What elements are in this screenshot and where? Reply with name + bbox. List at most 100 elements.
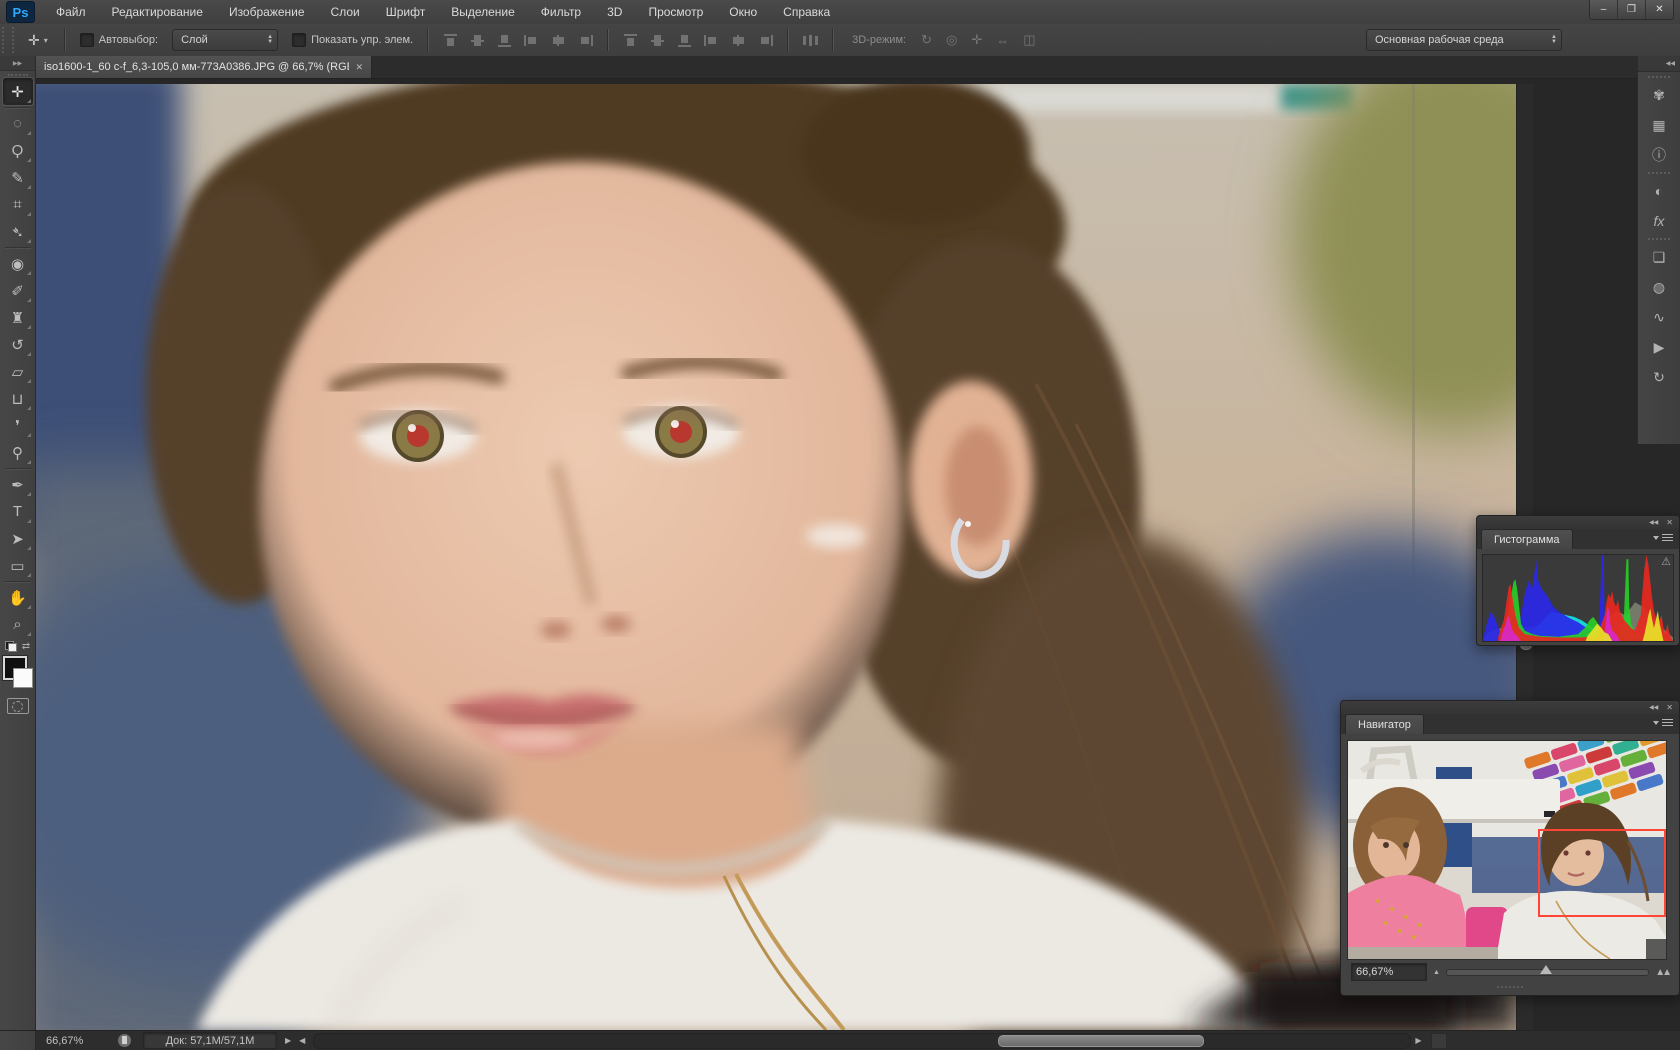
distribute-spacing-icon[interactable]	[803, 34, 818, 47]
paint-bucket-tool[interactable]: ⊔	[3, 385, 33, 412]
close-panel-icon[interactable]: ✕	[1666, 703, 1673, 712]
clone-stamp-tool[interactable]: ♜	[3, 304, 33, 331]
hand-tool[interactable]: ✋	[3, 584, 33, 611]
distribute-bottom-edges-icon[interactable]	[677, 34, 692, 47]
menu-item[interactable]: Изображение	[216, 0, 318, 24]
align-top-edges-icon[interactable]	[443, 34, 458, 47]
3d-orbit-icon[interactable]: ↻	[921, 32, 932, 48]
tab-close-icon[interactable]: ✕	[355, 62, 363, 73]
history-brush-tool[interactable]: ↺	[3, 331, 33, 358]
restore-button[interactable]: ❐	[1617, 0, 1645, 19]
menu-item[interactable]: 3D	[594, 0, 635, 24]
background-color-swatch[interactable]	[13, 668, 33, 688]
autoselect-checkbox[interactable]	[80, 33, 94, 47]
align-right-edges-icon[interactable]	[578, 34, 593, 47]
zoom-in-icon[interactable]: ▲▲	[1655, 967, 1669, 978]
3d-slide-icon[interactable]: ⇔	[996, 33, 1009, 48]
workspace-dropdown[interactable]: Основная рабочая среда ▲▼	[1366, 29, 1562, 51]
lasso-tool[interactable]: Ϙ	[3, 137, 33, 164]
3d-roll-icon[interactable]: ◎	[946, 32, 957, 48]
actions-panel-icon[interactable]: ▶	[1646, 334, 1672, 360]
navigator-view-box[interactable]	[1538, 829, 1666, 917]
eraser-tool[interactable]: ▱	[3, 358, 33, 385]
3d-camera-icon[interactable]: ◫	[1023, 32, 1035, 48]
blur-tool[interactable]: ❜	[3, 412, 33, 439]
menu-item[interactable]: Справка	[770, 0, 843, 24]
tool-preset-picker[interactable]: ✛ ▾	[20, 32, 56, 49]
navigator-thumbnail[interactable]	[1347, 740, 1667, 960]
align-horizontal-centers-icon[interactable]	[551, 34, 566, 47]
show-controls-checkbox[interactable]	[292, 33, 306, 47]
path-selection-tool[interactable]: ➤	[3, 525, 33, 552]
document-tab[interactable]: iso1600-1_60 c-f_6,3-105,0 мм-773A0386.J…	[36, 56, 372, 78]
zoom-tool[interactable]: ⌕	[3, 611, 33, 638]
horizontal-scrollbar-thumb[interactable]	[998, 1035, 1204, 1047]
default-colors-icon[interactable]	[5, 641, 17, 652]
menu-item[interactable]: Фильтр	[528, 0, 594, 24]
menu-item[interactable]: Слои	[318, 0, 373, 24]
rectangle-tool[interactable]: ▭	[3, 552, 33, 579]
zoom-out-icon[interactable]: ▲	[1433, 969, 1440, 976]
swatches-panel-icon[interactable]: ▦	[1646, 112, 1672, 138]
color-panel-icon[interactable]: ✾	[1646, 82, 1672, 108]
quick-mask-button[interactable]	[7, 698, 29, 714]
adjustments-panel-icon[interactable]: ◐	[1646, 178, 1672, 204]
menu-item[interactable]: Окно	[716, 0, 770, 24]
elliptical-marquee-tool[interactable]: ◌	[3, 110, 33, 137]
autoselect-target-dropdown[interactable]: Слой ▲▼	[172, 29, 278, 51]
distribute-top-edges-icon[interactable]	[623, 34, 638, 47]
eyedropper-tool[interactable]: ➴	[3, 218, 33, 245]
tools-collapse-button[interactable]: ▶▶	[0, 56, 35, 71]
paths-panel-icon[interactable]: ∿	[1646, 304, 1672, 330]
info-panel-icon[interactable]: ⓘ	[1646, 142, 1672, 168]
swap-colors-icon[interactable]: ⇄	[22, 641, 30, 652]
history-panel-icon[interactable]: ↻	[1646, 364, 1672, 390]
brush-tool[interactable]: ✐	[3, 277, 33, 304]
scroll-right-icon[interactable]: ▶	[1415, 1036, 1421, 1045]
distribute-right-edges-icon[interactable]	[758, 34, 773, 47]
options-bar-grip[interactable]	[2, 27, 14, 53]
distribute-left-edges-icon[interactable]	[704, 34, 719, 47]
panel-resize-grip[interactable]	[1497, 986, 1523, 988]
distribute-horizontal-centers-icon[interactable]	[731, 34, 746, 47]
channels-panel-icon[interactable]: ◍	[1646, 274, 1672, 300]
align-bottom-edges-icon[interactable]	[497, 34, 512, 47]
close-button[interactable]: ✕	[1645, 0, 1673, 19]
navigator-zoom-slider[interactable]	[1446, 969, 1649, 976]
pen-tool[interactable]: ✒	[3, 471, 33, 498]
menu-item[interactable]: Файл	[43, 0, 99, 24]
distribute-vertical-centers-icon[interactable]	[650, 34, 665, 47]
document-canvas[interactable]	[36, 84, 1516, 1030]
horizontal-scrollbar[interactable]	[313, 1033, 1411, 1049]
scroll-left-icon[interactable]: ◀	[299, 1036, 305, 1045]
dock-collapse-button[interactable]: ◀◀	[1638, 56, 1680, 72]
close-panel-icon[interactable]: ✕	[1666, 518, 1673, 527]
navigator-zoom-input[interactable]: 66,67%	[1351, 963, 1427, 981]
zoom-slider-thumb[interactable]	[1540, 965, 1552, 974]
panel-menu-icon[interactable]	[1653, 719, 1673, 727]
crop-tool[interactable]: ⌗	[3, 191, 33, 218]
status-flyout-icon[interactable]: ▶	[285, 1036, 291, 1045]
red-eye-tool[interactable]: ◉	[3, 250, 33, 277]
menu-item[interactable]: Просмотр	[635, 0, 716, 24]
collapse-panel-icon[interactable]: ◀◀	[1649, 519, 1658, 526]
tab-histogram[interactable]: Гистограмма	[1481, 529, 1573, 549]
menu-item[interactable]: Выделение	[438, 0, 528, 24]
status-zoom-input[interactable]: 66,67%	[46, 1035, 102, 1047]
type-tool[interactable]: T	[3, 498, 33, 525]
panel-menu-icon[interactable]	[1653, 534, 1673, 542]
align-left-edges-icon[interactable]	[524, 34, 539, 47]
menu-item[interactable]: Шрифт	[373, 0, 438, 24]
move-tool[interactable]: ✛	[3, 78, 33, 105]
tools-grip[interactable]	[8, 74, 28, 76]
align-vertical-centers-icon[interactable]	[470, 34, 485, 47]
layers-panel-icon[interactable]: ❏	[1646, 244, 1672, 270]
cached-data-warning-icon[interactable]: ⚠	[1661, 555, 1671, 568]
3d-pan-icon[interactable]: ✛	[971, 32, 982, 48]
tab-navigator[interactable]: Навигатор	[1345, 714, 1424, 734]
quick-selection-tool[interactable]: ✎	[3, 164, 33, 191]
collapse-panel-icon[interactable]: ◀◀	[1649, 704, 1658, 711]
styles-panel-icon[interactable]: fx	[1646, 208, 1672, 234]
menu-item[interactable]: Редактирование	[99, 0, 216, 24]
minimize-button[interactable]: –	[1590, 0, 1617, 19]
